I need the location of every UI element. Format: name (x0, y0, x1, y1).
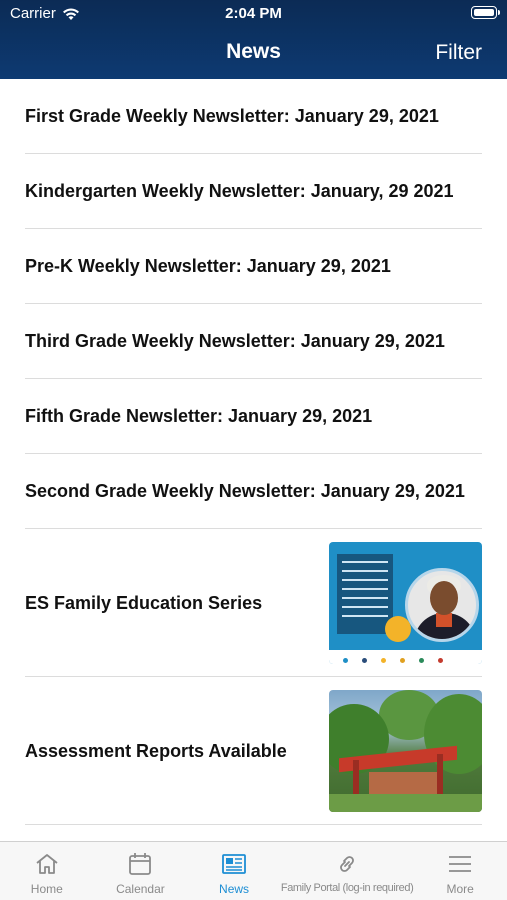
news-list[interactable]: First Grade Weekly Newsletter: January 2… (0, 79, 507, 841)
news-item[interactable]: Kindergarten Weekly Newsletter: January,… (25, 154, 482, 229)
app-header: Carrier 2:04 PM News Filter (0, 0, 507, 79)
speaker-portrait (405, 567, 479, 642)
status-bar: Carrier 2:04 PM (0, 0, 507, 28)
news-item[interactable]: Pre-K Weekly Newsletter: January 29, 202… (25, 229, 482, 304)
news-item-title: ES Family Education Series (25, 592, 263, 613)
news-item-title: Kindergarten Weekly Newsletter: January,… (25, 181, 454, 201)
home-icon (34, 852, 60, 876)
tab-label: Family Portal (log-in required) (280, 882, 414, 894)
menu-icon (447, 852, 473, 876)
tab-label: News (219, 882, 250, 896)
news-item[interactable]: Fifth Grade Newsletter: January 29, 2021 (25, 379, 482, 454)
news-item-title: Pre-K Weekly Newsletter: January 29, 202… (25, 256, 391, 276)
tab-calendar[interactable]: Calendar (94, 842, 188, 900)
tab-home[interactable]: Home (0, 842, 94, 900)
tab-label: Calendar (116, 882, 165, 896)
news-item-title: Second Grade Weekly Newsletter: January … (25, 481, 465, 501)
link-icon (334, 852, 360, 876)
filter-button[interactable]: Filter (435, 41, 482, 65)
news-item-title: Third Grade Weekly Newsletter: January 2… (25, 331, 445, 351)
news-item[interactable]: Second Grade Weekly Newsletter: January … (25, 454, 482, 529)
tab-news[interactable]: News (187, 842, 281, 900)
school-entrance-thumbnail (329, 689, 482, 812)
news-item[interactable]: Third Grade Weekly Newsletter: January 2… (25, 304, 482, 379)
news-item[interactable]: ES Family Education Series (25, 529, 482, 677)
calendar-icon (127, 852, 153, 876)
tab-label: More (446, 882, 474, 896)
news-item[interactable]: Assessment Reports Available (25, 677, 482, 825)
speaker-series-thumbnail (329, 541, 482, 664)
tab-family-portal[interactable]: Family Portal (log-in required) (280, 842, 414, 900)
battery-icon (471, 6, 500, 19)
newspaper-icon (221, 852, 247, 876)
tab-bar: Home Calendar News Family Portal (log-in… (0, 841, 507, 900)
news-item-title: Fifth Grade Newsletter: January 29, 2021 (25, 406, 373, 426)
clock: 2:04 PM (225, 5, 282, 22)
news-item-title: Assessment Reports Available (25, 740, 287, 761)
tab-label: Home (30, 882, 63, 896)
tab-more[interactable]: More (413, 842, 507, 900)
news-item-title: First Grade Weekly Newsletter: January 2… (25, 106, 439, 126)
page-title: News (226, 40, 281, 63)
news-item[interactable]: First Grade Weekly Newsletter: January 2… (25, 79, 482, 154)
